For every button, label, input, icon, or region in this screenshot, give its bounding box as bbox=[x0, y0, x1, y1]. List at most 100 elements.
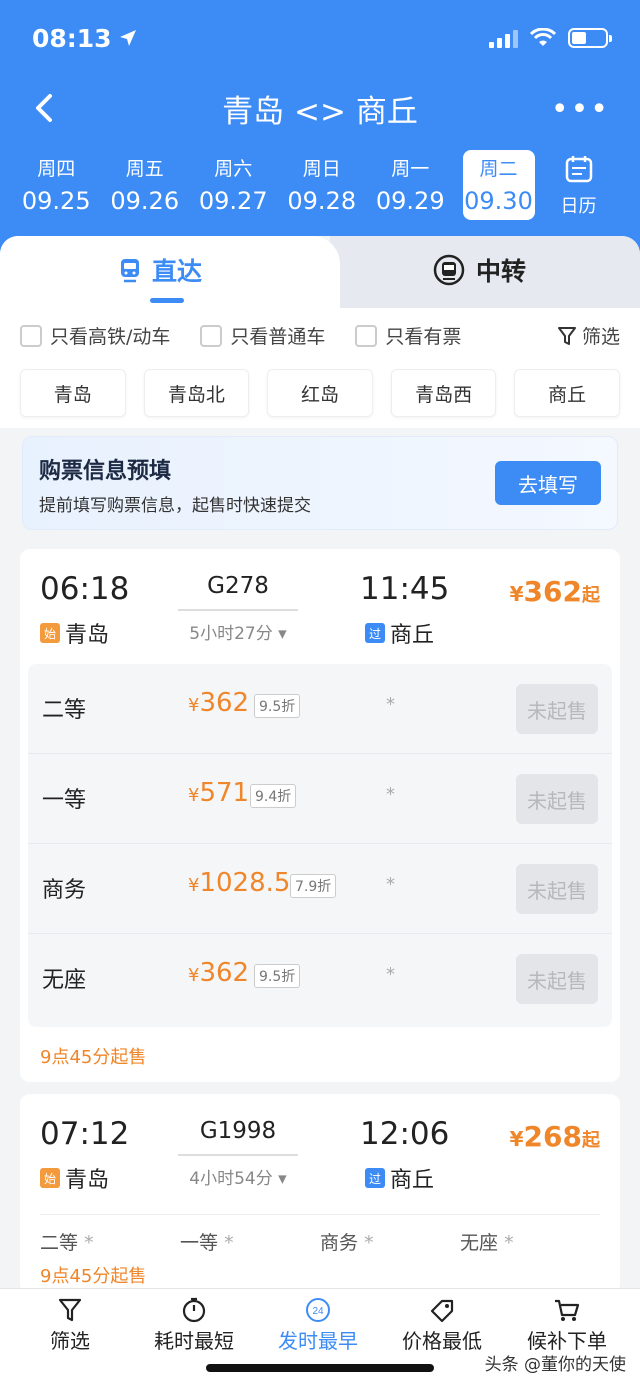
funnel-icon bbox=[557, 326, 576, 345]
date-item[interactable]: 周五 09.26 bbox=[101, 150, 190, 220]
sale-time-note: 9点45分起售 bbox=[40, 1266, 147, 1287]
more-icon[interactable]: ••• bbox=[551, 92, 610, 127]
not-on-sale-button[interactable]: 未起售 bbox=[516, 684, 598, 734]
sort-cheapest-button[interactable]: 价格最低 bbox=[402, 1297, 482, 1354]
filter-row: 只看高铁/动车 只看普通车 只看有票 筛选 bbox=[20, 322, 620, 349]
clock-24-icon: 24 bbox=[306, 1298, 330, 1322]
prefill-button[interactable]: 去填写 bbox=[495, 461, 601, 505]
prefill-subtitle: 提前填写购票信息，起售时快速提交 bbox=[39, 496, 311, 516]
not-on-sale-button[interactable]: 未起售 bbox=[516, 954, 598, 1004]
arrive-time: 12:06 bbox=[360, 1116, 450, 1152]
train-number: G1998 bbox=[199, 1118, 277, 1144]
prefill-title: 购票信息预填 bbox=[39, 459, 172, 484]
home-indicator bbox=[206, 1364, 434, 1372]
arrive-station: 过商丘 bbox=[365, 617, 434, 649]
arrive-time: 11:45 bbox=[360, 571, 450, 607]
wifi-icon bbox=[530, 28, 556, 46]
status-bar: 08:13 bbox=[32, 22, 612, 54]
pass-badge: 过 bbox=[365, 623, 385, 643]
lowest-price: ¥362起 bbox=[509, 575, 600, 608]
train-card[interactable]: 06:18 G278 5小时27分 ▾ 11:45 始青岛 过商丘 ¥362起 … bbox=[20, 549, 620, 1082]
content-panel: 直达 中转 只看高铁/动车 只看普通车 只看有票 筛选 青岛 青岛北 红岛 青岛… bbox=[0, 236, 640, 1385]
discount-badge: 9.5折 bbox=[254, 964, 301, 988]
trip-summary: 06:18 G278 5小时27分 ▾ 11:45 始青岛 过商丘 ¥362起 bbox=[20, 549, 620, 659]
calendar-icon bbox=[565, 156, 592, 183]
status-time: 08:13 bbox=[32, 24, 138, 53]
station-chip[interactable]: 青岛北 bbox=[143, 369, 250, 417]
station-chips: 青岛 青岛北 红岛 青岛西 商丘 bbox=[20, 369, 620, 417]
filter-high-speed[interactable]: 只看高铁/动车 bbox=[20, 322, 170, 349]
prefill-banner: 购票信息预填 提前填写购票信息，起售时快速提交 去填写 bbox=[22, 436, 618, 530]
date-item[interactable]: 周一 09.29 bbox=[366, 150, 455, 220]
seat-price: ¥571 bbox=[188, 778, 250, 808]
signal-icon bbox=[489, 28, 518, 48]
caret-down-icon: ▾ bbox=[278, 1169, 287, 1189]
seat-price: ¥362 bbox=[188, 688, 250, 718]
trip-summary: 07:12 G1998 4小时54分 ▾ 12:06 始青岛 过商丘 ¥268起 bbox=[20, 1094, 620, 1204]
depart-time: 07:12 bbox=[40, 1116, 130, 1152]
sale-time-note: 9点45分起售 bbox=[40, 1047, 147, 1068]
battery-icon bbox=[568, 28, 612, 48]
discount-badge: 9.5折 bbox=[254, 694, 301, 718]
tab-bar: 直达 中转 bbox=[0, 236, 640, 308]
date-item[interactable]: 周四 09.25 bbox=[12, 150, 101, 220]
station-chip[interactable]: 青岛西 bbox=[390, 369, 497, 417]
station-chip[interactable]: 商丘 bbox=[514, 369, 620, 417]
station-chip[interactable]: 红岛 bbox=[267, 369, 373, 417]
calendar-button[interactable]: 日历 bbox=[551, 150, 607, 220]
stopwatch-icon bbox=[182, 1297, 206, 1323]
discount-badge: 9.4折 bbox=[250, 784, 297, 808]
train-number: G278 bbox=[207, 573, 269, 599]
seat-summary: 二等 * 一等 * 商务 * 无座 * bbox=[40, 1232, 514, 1254]
transfer-train-icon bbox=[433, 254, 465, 286]
page-title: 青岛 <> 商丘 bbox=[222, 94, 418, 130]
watermark: 头条 @董你的天使 bbox=[484, 1355, 626, 1375]
tab-indicator bbox=[150, 298, 184, 303]
seat-row: 商务 ¥1028.5 7.9折 * 未起售 bbox=[28, 844, 612, 934]
depart-time: 06:18 bbox=[40, 571, 130, 607]
checkbox[interactable] bbox=[20, 324, 42, 347]
duration[interactable]: 5小时27分 ▾ bbox=[170, 619, 306, 644]
tab-transfer[interactable]: 中转 bbox=[432, 252, 526, 288]
depart-station: 始青岛 bbox=[40, 617, 109, 649]
waitlist-button[interactable]: 候补下单 bbox=[527, 1297, 607, 1354]
arrive-station: 过商丘 bbox=[365, 1162, 434, 1194]
lowest-price: ¥268起 bbox=[509, 1120, 600, 1153]
date-selector: 周四 09.25 周五 09.26 周六 09.27 周日 09.28 周一 09.29 … bbox=[12, 150, 640, 220]
seat-price: ¥362 bbox=[188, 958, 250, 988]
station-chip[interactable]: 青岛 bbox=[20, 369, 126, 417]
checkbox[interactable] bbox=[355, 324, 378, 347]
start-badge: 始 bbox=[40, 1168, 60, 1188]
seat-row: 无座 ¥362 9.5折 * 未起售 bbox=[28, 934, 612, 1024]
svg-text:24: 24 bbox=[312, 1306, 324, 1317]
train-icon bbox=[121, 259, 139, 283]
cart-icon bbox=[555, 1299, 580, 1321]
filter-normal[interactable]: 只看普通车 bbox=[200, 322, 325, 349]
date-item[interactable]: 周日 09.28 bbox=[278, 150, 367, 220]
duration[interactable]: 4小时54分 ▾ bbox=[170, 1164, 306, 1189]
bottom-filter-button[interactable]: 筛选 bbox=[50, 1297, 90, 1354]
filter-button[interactable]: 筛选 bbox=[557, 322, 620, 349]
date-item-selected[interactable]: 周二 09.30 bbox=[462, 150, 535, 220]
seat-row: 一等 ¥571 9.4折 * 未起售 bbox=[28, 754, 612, 844]
nav-bar: 青岛 <> 商丘 ••• bbox=[0, 80, 640, 138]
start-badge: 始 bbox=[40, 623, 60, 643]
seat-list: 二等 ¥362 9.5折 * 未起售 一等 ¥571 9.4折 * 未起售 商务… bbox=[28, 664, 612, 1027]
seat-price: ¥1028.5 bbox=[188, 868, 291, 898]
not-on-sale-button[interactable]: 未起售 bbox=[516, 774, 598, 824]
not-on-sale-button[interactable]: 未起售 bbox=[516, 864, 598, 914]
sort-shortest-button[interactable]: 耗时最短 bbox=[154, 1297, 234, 1354]
checkbox[interactable] bbox=[200, 324, 223, 347]
price-tag-icon bbox=[430, 1299, 454, 1323]
discount-badge: 7.9折 bbox=[290, 874, 337, 898]
seat-row: 二等 ¥362 9.5折 * 未起售 bbox=[28, 664, 612, 754]
filter-has-ticket[interactable]: 只看有票 bbox=[355, 322, 461, 349]
date-item[interactable]: 周六 09.27 bbox=[189, 150, 278, 220]
pass-badge: 过 bbox=[365, 1168, 385, 1188]
funnel-icon bbox=[58, 1298, 82, 1322]
location-arrow-icon bbox=[119, 30, 136, 46]
train-card[interactable]: 07:12 G1998 4小时54分 ▾ 12:06 始青岛 过商丘 ¥268起… bbox=[20, 1094, 620, 1294]
sort-earliest-button[interactable]: 24 发时最早 bbox=[278, 1297, 358, 1354]
depart-station: 始青岛 bbox=[40, 1162, 109, 1194]
tab-direct[interactable]: 直达 bbox=[118, 252, 202, 288]
